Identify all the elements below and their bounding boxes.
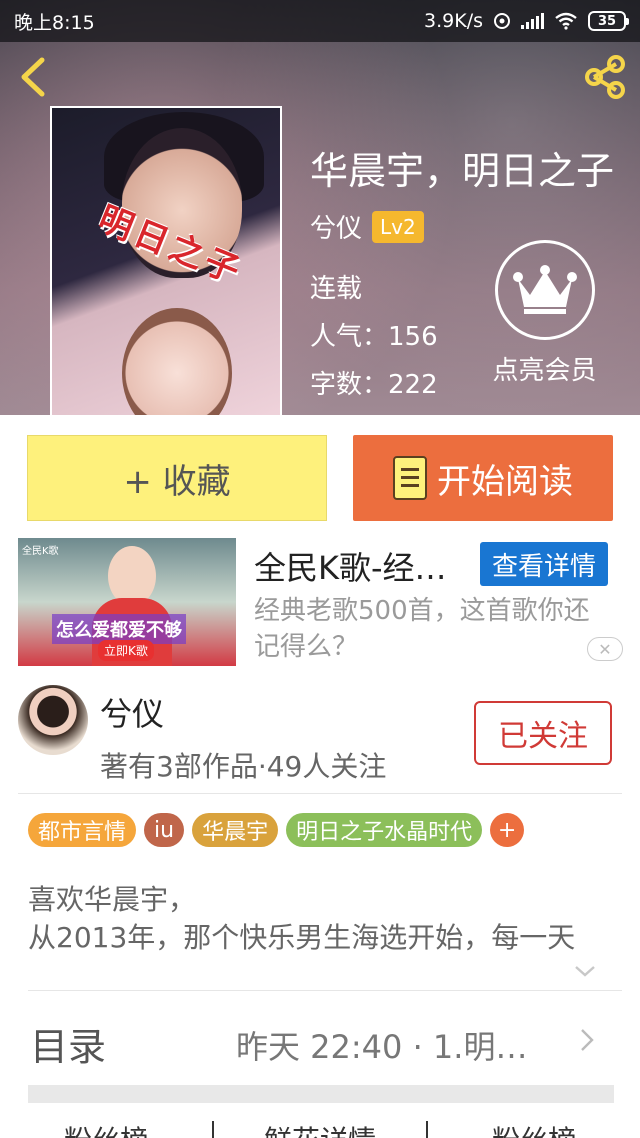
latest-chapter: 昨天 22:40 · 1.明日之子	[236, 1028, 556, 1066]
battery-level: 35	[597, 13, 617, 29]
bottom-tabs: 粉丝榜 鲜花详情 粉丝榜	[0, 1115, 640, 1138]
status-time: 晚上8:15	[14, 11, 95, 34]
avatar[interactable]	[18, 685, 88, 755]
share-icon[interactable]	[580, 52, 630, 102]
cover-face-bottom	[122, 308, 232, 415]
word-count: 字数：222	[310, 370, 438, 400]
author-stats: 著有3部作品·49人关注	[100, 750, 387, 783]
ad-image-face	[108, 546, 156, 606]
tab-flowers[interactable]: 鲜花详情	[214, 1115, 426, 1138]
book-title: 华晨宇，明日之子	[310, 149, 615, 193]
section-separator	[28, 1085, 614, 1103]
ad-close-button[interactable]: ✕	[587, 637, 623, 661]
ad-image-button: 立即K歌	[98, 640, 154, 661]
ad-image-logo: 全民K歌	[22, 546, 59, 557]
chevron-right-icon	[581, 1029, 594, 1051]
crown-icon	[512, 265, 577, 314]
level-badge: Lv2	[372, 210, 424, 243]
popularity: 人气：156	[310, 322, 438, 352]
ad-description: 经典老歌500首，这首歌你还记得么？	[254, 596, 590, 662]
toc-label: 目录	[30, 1025, 107, 1069]
tab-ranking[interactable]: 粉丝榜	[428, 1115, 640, 1138]
ad-detail-button[interactable]: 查看详情	[480, 542, 608, 586]
status-indicators: 3.9K/s 35	[424, 10, 629, 32]
chevron-down-icon[interactable]	[574, 963, 596, 979]
ad-title[interactable]: 全民K歌-经典老歌	[254, 543, 464, 589]
member-button[interactable]: 点亮会员	[487, 240, 602, 387]
tag-dushi[interactable]: 都市言情	[28, 813, 137, 847]
author-name[interactable]: 兮仪	[310, 208, 362, 245]
net-speed: 3.9K/s	[424, 10, 483, 32]
intro-line-2: 从2013年，那个快乐男生海选开始，每一天	[28, 921, 576, 954]
tag-mingrizhizi[interactable]: 明日之子水晶时代	[286, 813, 483, 847]
collect-button[interactable]: + 收藏	[27, 435, 327, 521]
divider	[18, 793, 622, 794]
sync-icon	[494, 13, 510, 29]
status-bar: 晚上8:15 3.9K/s 35	[0, 0, 640, 42]
tab-fans[interactable]: 粉丝榜	[0, 1115, 212, 1138]
serial-status: 连载	[310, 274, 363, 304]
start-reading-button[interactable]: 开始阅读	[353, 435, 613, 521]
signal-icon	[521, 13, 544, 29]
add-tag-button[interactable]: +	[490, 813, 525, 847]
book-cover[interactable]: 明日之子	[50, 106, 282, 415]
book-detail-panel: + 收藏 开始阅读 全民K歌 怎么爱都爱不够 立即K歌 全民K歌-经典老歌 查看…	[0, 415, 640, 1138]
ad-image[interactable]: 全民K歌 怎么爱都爱不够 立即K歌	[18, 538, 236, 666]
wifi-icon	[555, 12, 577, 30]
member-label: 点亮会员	[492, 356, 597, 386]
intro-line-1: 喜欢华晨宇，	[28, 883, 197, 916]
author-profile-name[interactable]: 兮仪	[100, 689, 164, 735]
divider	[28, 990, 622, 991]
book-header: 晚上8:15 3.9K/s 35 明日之子 华晨宇，明日之子 兮仪 Lv2 连载…	[0, 0, 640, 415]
chevron-left-icon[interactable]	[14, 54, 54, 100]
start-reading-label: 开始阅读	[437, 461, 573, 502]
tag-iu[interactable]: iu	[144, 813, 185, 847]
follow-button[interactable]: 已关注	[474, 701, 612, 765]
tag-list: 都市言情 iu 华晨宇 明日之子水晶时代 +	[28, 813, 525, 847]
tag-huachenyu[interactable]: 华晨宇	[192, 813, 279, 847]
crown-icon-wrap	[494, 240, 595, 340]
battery-icon: 35	[588, 11, 629, 31]
book-icon	[393, 456, 427, 500]
table-of-contents-row[interactable]: 目录 昨天 22:40 · 1.明日之子	[0, 1000, 640, 1080]
author-line: 兮仪 Lv2	[310, 208, 424, 245]
book-intro[interactable]: 喜欢华晨宇， 从2013年，那个快乐男生海选开始，每一天	[28, 881, 608, 957]
